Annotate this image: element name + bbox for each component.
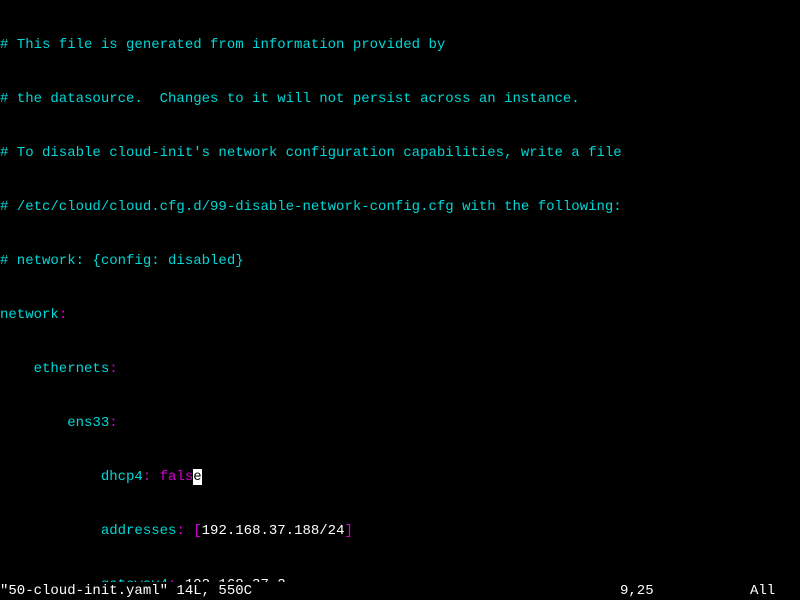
yaml-ethernets: ethernets:: [0, 360, 800, 378]
comment-line-3: # To disable cloud-init's network config…: [0, 144, 800, 162]
comment-line-5: # network: {config: disabled}: [0, 252, 800, 270]
vim-terminal[interactable]: # This file is generated from informatio…: [0, 0, 800, 600]
status-position: 9,25: [620, 582, 750, 600]
status-filename: "50-cloud-init.yaml" 14L, 550C: [0, 582, 620, 600]
yaml-network: network:: [0, 306, 800, 324]
cursor: e: [193, 469, 201, 485]
comment-line-4: # /etc/cloud/cloud.cfg.d/99-disable-netw…: [0, 198, 800, 216]
yaml-dhcp4: dhcp4: false: [0, 468, 800, 486]
yaml-addresses: addresses: [192.168.37.188/24]: [0, 522, 800, 540]
vim-status-bar: "50-cloud-init.yaml" 14L, 550C 9,25 All: [0, 582, 800, 600]
comment-line-2: # the datasource. Changes to it will not…: [0, 90, 800, 108]
comment-line-1: # This file is generated from informatio…: [0, 36, 800, 54]
yaml-ens33: ens33:: [0, 414, 800, 432]
status-scroll: All: [750, 582, 800, 600]
